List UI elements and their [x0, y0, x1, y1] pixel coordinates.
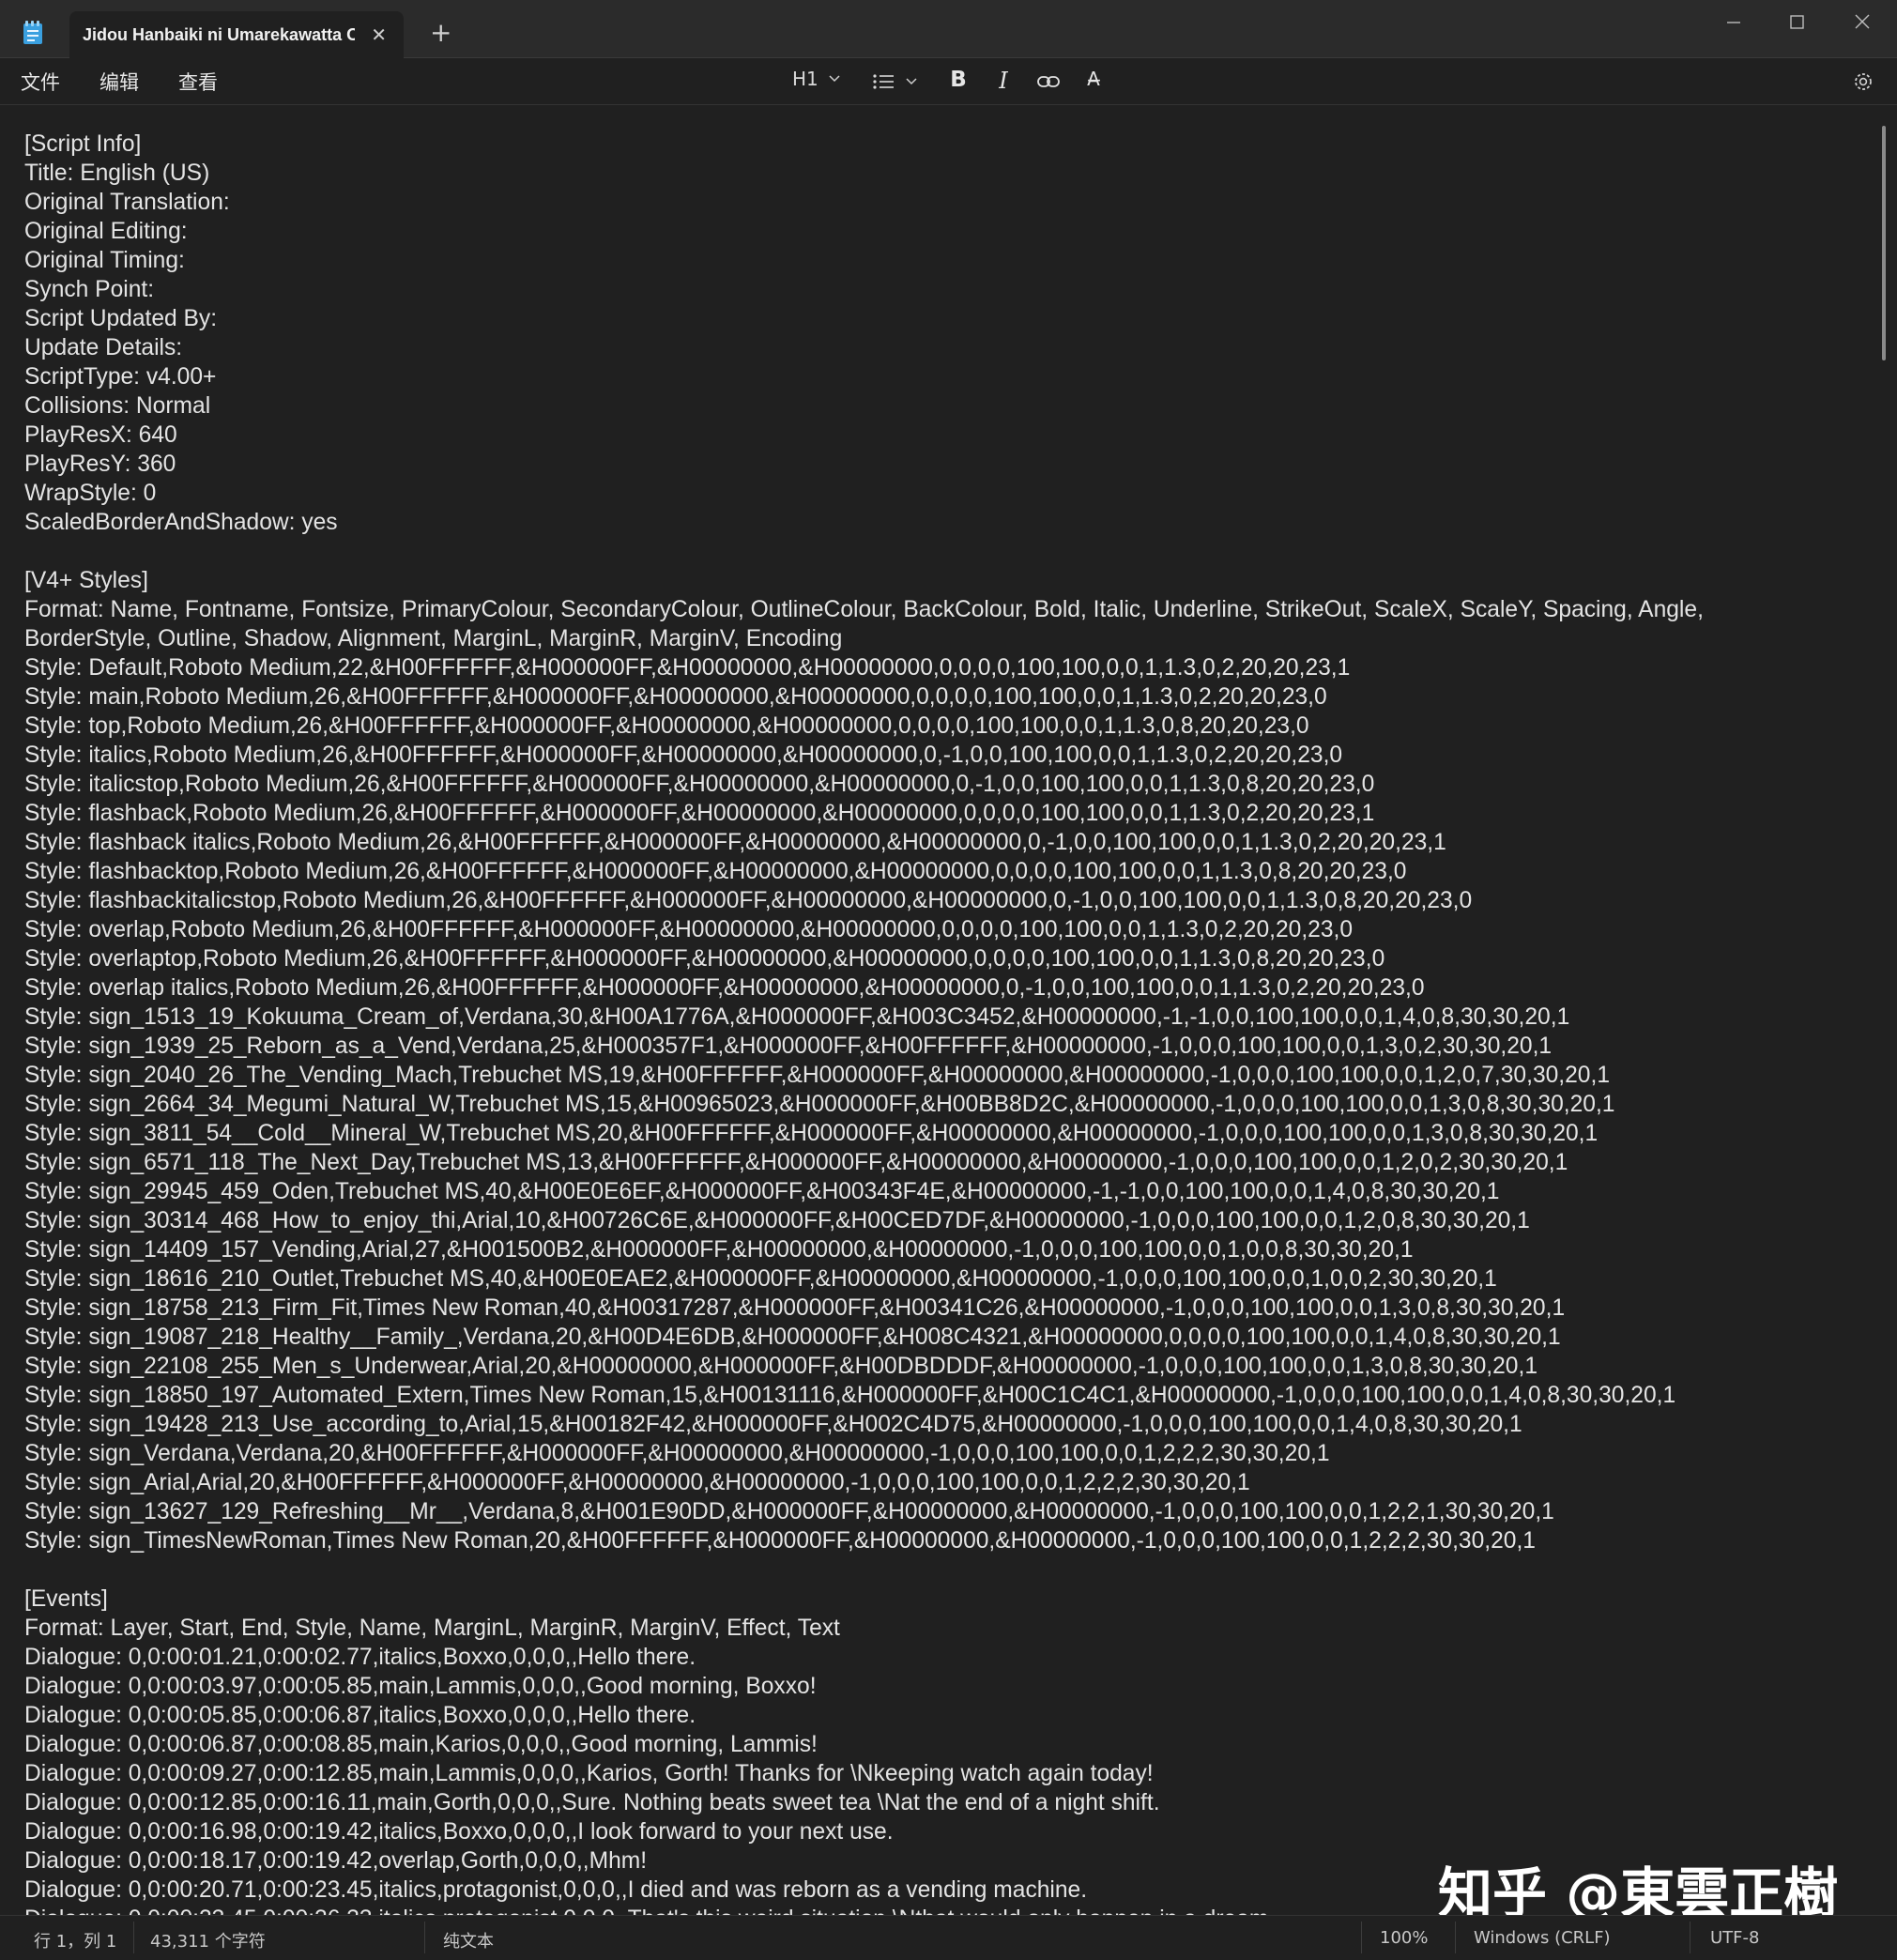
text-line[interactable]: Format: Layer, Start, End, Style, Name, …	[24, 1614, 1864, 1643]
text-line[interactable]: Style: overlap italics,Roboto Medium,26,…	[24, 973, 1864, 1003]
close-tab-icon[interactable]: ✕	[371, 25, 387, 44]
text-line[interactable]: ScriptType: v4.00+	[24, 362, 1864, 391]
status-divider	[1361, 1922, 1362, 1953]
text-line[interactable]: Style: sign_19087_218_Healthy__Family_,V…	[24, 1323, 1864, 1352]
text-line[interactable]: Style: sign_22108_255_Men_s_Underwear,Ar…	[24, 1352, 1864, 1381]
zoom-level[interactable]: 100%	[1380, 1928, 1428, 1948]
text-line[interactable]: Dialogue: 0,0:00:06.87,0:00:08.85,main,K…	[24, 1730, 1864, 1759]
text-line[interactable]: Style: sign_2664_34_Megumi_Natural_W,Tre…	[24, 1090, 1864, 1119]
text-line[interactable]: Dialogue: 0,0:00:09.27,0:00:12.85,main,L…	[24, 1759, 1864, 1788]
text-line[interactable]: [Script Info]	[24, 130, 1864, 159]
menu-file[interactable]: 文件	[21, 68, 60, 96]
character-count: 43,311 个字符	[150, 1932, 266, 1952]
text-line[interactable]: Style: sign_18758_213_Firm_Fit,Times New…	[24, 1294, 1864, 1323]
status-divider	[424, 1922, 425, 1953]
text-line[interactable]: Style: sign_2040_26_The_Vending_Mach,Tre…	[24, 1061, 1864, 1090]
text-line[interactable]: Style: sign_Arial,Arial,20,&H00FFFFFF,&H…	[24, 1468, 1864, 1497]
text-line[interactable]: Update Details:	[24, 333, 1864, 362]
text-line[interactable]: Script Updated By:	[24, 304, 1864, 333]
text-line[interactable]: Dialogue: 0,0:00:05.85,0:00:06.87,italic…	[24, 1701, 1864, 1730]
clear-formatting-button[interactable]: A̶	[1079, 68, 1108, 96]
menu-view[interactable]: 查看	[178, 68, 218, 96]
text-line[interactable]: ScaledBorderAndShadow: yes	[24, 508, 1864, 537]
status-divider	[133, 1922, 134, 1953]
text-line[interactable]	[24, 537, 1864, 566]
text-line[interactable]: WrapStyle: 0	[24, 479, 1864, 508]
text-line[interactable]: Style: sign_3811_54__Cold__Mineral_W,Tre…	[24, 1119, 1864, 1148]
text-line[interactable]: Style: italicstop,Roboto Medium,26,&H00F…	[24, 770, 1864, 799]
text-mode[interactable]: 纯文本	[443, 1928, 494, 1952]
cursor-position: 行 1，列 1	[34, 1932, 117, 1952]
text-line[interactable]: Dialogue: 0,0:00:01.21,0:00:02.77,italic…	[24, 1643, 1864, 1672]
minimize-icon[interactable]	[1720, 11, 1748, 34]
link-icon[interactable]	[1034, 68, 1063, 96]
watermark: 知乎 @東雲正樹	[1438, 1861, 1839, 1915]
text-line[interactable]: Style: flashbacktop,Roboto Medium,26,&H0…	[24, 857, 1864, 886]
notepad-icon	[23, 21, 42, 44]
text-line[interactable]: Style: sign_6571_118_The_Next_Day,Trebuc…	[24, 1148, 1864, 1177]
text-line[interactable]: Original Timing:	[24, 246, 1864, 275]
menu-edit[interactable]: 编辑	[99, 68, 139, 96]
text-line[interactable]: Style: overlap,Roboto Medium,26,&H00FFFF…	[24, 915, 1864, 944]
text-line[interactable]: PlayResY: 360	[24, 450, 1864, 479]
close-window-icon[interactable]	[1848, 11, 1876, 34]
text-line[interactable]: Style: sign_18850_197_Automated_Extern,T…	[24, 1381, 1864, 1410]
text-line[interactable]: Collisions: Normal	[24, 391, 1864, 421]
text-line[interactable]: Style: sign_19428_213_Use_according_to,A…	[24, 1410, 1864, 1439]
text-line[interactable]: [Events]	[24, 1585, 1864, 1614]
text-line[interactable]: Style: sign_14409_157_Vending,Arial,27,&…	[24, 1235, 1864, 1264]
editor-content[interactable]: [Script Info] Title: English (US) Original…	[24, 130, 1864, 1915]
text-line[interactable]: BorderStyle, Outline, Shadow, Alignment,…	[24, 624, 1864, 653]
status-bar: 行 1，列 1 43,311 个字符 纯文本 100% Windows (CRL…	[0, 1915, 1897, 1960]
tab-title: Jidou Hanbaiki ni Umarekawatta O	[83, 25, 355, 44]
vertical-scrollbar[interactable]	[1880, 124, 1888, 1907]
text-line[interactable]: [V4+ Styles]	[24, 566, 1864, 595]
status-divider	[1455, 1922, 1456, 1953]
text-line[interactable]: PlayResX: 640	[24, 421, 1864, 450]
settings-gear-icon[interactable]	[1849, 68, 1877, 96]
chevron-down-icon	[829, 75, 840, 83]
text-line[interactable]: Style: sign_1939_25_Reborn_as_a_Vend,Ver…	[24, 1032, 1864, 1061]
bullet-list-icon	[873, 74, 894, 89]
text-line[interactable]: Style: sign_13627_129_Refreshing__Mr__,V…	[24, 1497, 1864, 1526]
text-line[interactable]: Dialogue: 0,0:00:12.85,0:00:16.11,main,G…	[24, 1788, 1864, 1817]
text-line[interactable]: Style: italics,Roboto Medium,26,&H00FFFF…	[24, 741, 1864, 770]
text-line[interactable]: Style: overlaptop,Roboto Medium,26,&H00F…	[24, 944, 1864, 973]
scrollbar-thumb[interactable]	[1882, 126, 1886, 360]
tab-document[interactable]: Jidou Hanbaiki ni Umarekawatta O ✕	[69, 11, 404, 58]
text-line[interactable]: Style: main,Roboto Medium,26,&H00FFFFFF,…	[24, 682, 1864, 712]
encoding[interactable]: UTF-8	[1710, 1928, 1759, 1948]
text-line[interactable]: Style: flashback italics,Roboto Medium,2…	[24, 828, 1864, 857]
title-bar: Jidou Hanbaiki ni Umarekawatta O ✕ +	[0, 0, 1897, 58]
text-line[interactable]	[24, 1555, 1864, 1585]
text-line[interactable]: Style: sign_1513_19_Kokuuma_Cream_of,Ver…	[24, 1003, 1864, 1032]
text-line[interactable]: Style: sign_18616_210_Outlet,Trebuchet M…	[24, 1264, 1864, 1294]
text-line[interactable]: Synch Point:	[24, 275, 1864, 304]
text-line[interactable]: Style: sign_29945_459_Oden,Trebuchet MS,…	[24, 1177, 1864, 1206]
text-editor[interactable]: [Script Info] Title: English (US) Original…	[0, 105, 1897, 1915]
chevron-down-icon	[906, 78, 917, 85]
text-line[interactable]: Style: flashback,Roboto Medium,26,&H00FF…	[24, 799, 1864, 828]
maximize-icon[interactable]	[1782, 11, 1811, 34]
text-line[interactable]: Style: flashbackitalicstop,Roboto Medium…	[24, 886, 1864, 915]
text-line[interactable]: Style: sign_30314_468_How_to_enjoy_thi,A…	[24, 1206, 1864, 1235]
bold-button[interactable]: B	[944, 68, 972, 96]
text-line[interactable]: Format: Name, Fontname, Fontsize, Primar…	[24, 595, 1864, 624]
text-line[interactable]: Style: sign_Verdana,Verdana,20,&H00FFFFF…	[24, 1439, 1864, 1468]
line-ending[interactable]: Windows (CRLF)	[1474, 1928, 1611, 1948]
text-line[interactable]: Style: Default,Roboto Medium,22,&H00FFFF…	[24, 653, 1864, 682]
text-line[interactable]: Original Translation:	[24, 188, 1864, 217]
text-line[interactable]: Dialogue: 0,0:00:03.97,0:00:05.85,main,L…	[24, 1672, 1864, 1701]
text-line[interactable]: Style: sign_TimesNewRoman,Times New Roma…	[24, 1526, 1864, 1555]
text-line[interactable]: Title: English (US)	[24, 159, 1864, 188]
list-format-dropdown[interactable]	[871, 69, 924, 94]
heading-dropdown[interactable]: H1	[792, 68, 840, 90]
menu-bar: 文件 编辑 查看 H1 B I A̶	[0, 58, 1897, 105]
text-line[interactable]: Style: top,Roboto Medium,26,&H00FFFFFF,&…	[24, 712, 1864, 741]
new-tab-button[interactable]: +	[430, 20, 451, 46]
italic-button[interactable]: I	[989, 68, 1017, 96]
text-line[interactable]: Original Editing:	[24, 217, 1864, 246]
heading-label: H1	[792, 68, 818, 90]
text-line[interactable]: Dialogue: 0,0:00:16.98,0:00:19.42,italic…	[24, 1817, 1864, 1846]
